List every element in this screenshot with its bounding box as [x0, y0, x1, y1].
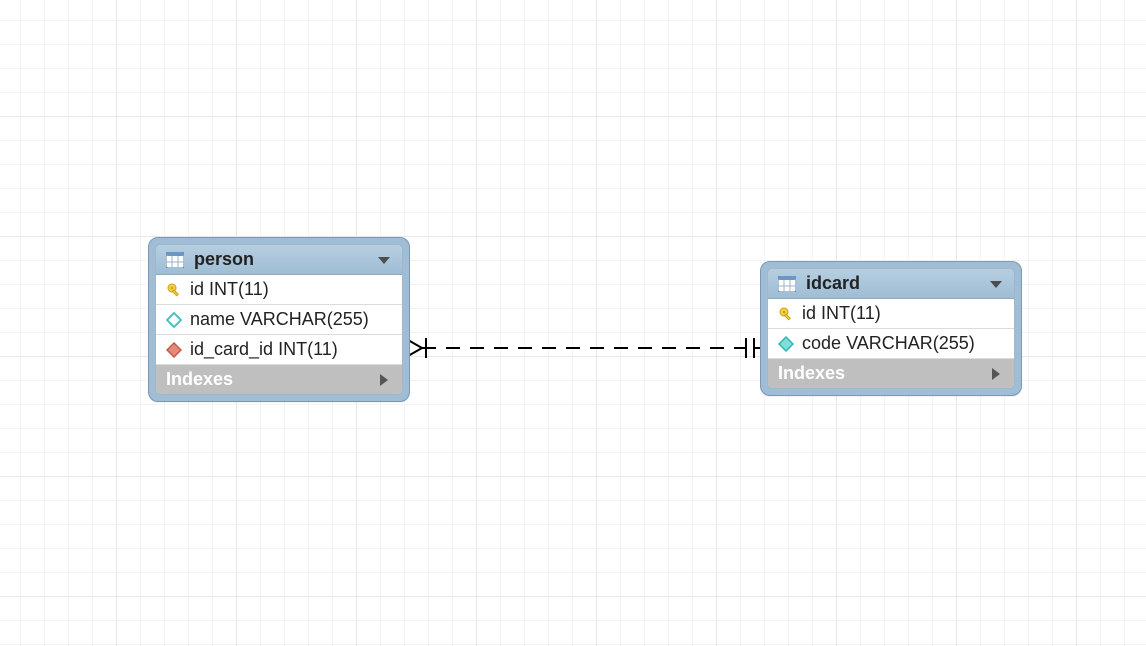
entity-person[interactable]: person id INT(11) [148, 237, 410, 402]
entity-header[interactable]: person [156, 245, 402, 275]
er-canvas[interactable]: person id INT(11) [0, 0, 1146, 646]
diamond-red-icon [166, 342, 182, 358]
entity-header[interactable]: idcard [768, 269, 1014, 299]
collapse-icon[interactable] [988, 276, 1004, 292]
diamond-cyan-icon [778, 336, 794, 352]
entity-idcard[interactable]: idcard id INT(11) [760, 261, 1022, 396]
indexes-label: Indexes [166, 369, 233, 390]
entity-title: person [194, 249, 366, 270]
expand-right-icon [376, 372, 392, 388]
expand-right-icon [988, 366, 1004, 382]
column-row[interactable]: id INT(11) [156, 275, 402, 305]
indexes-label: Indexes [778, 363, 845, 384]
indexes-row[interactable]: Indexes [768, 359, 1014, 388]
key-icon [166, 282, 182, 298]
column-text: id INT(11) [802, 303, 881, 324]
column-text: name VARCHAR(255) [190, 309, 369, 330]
key-icon [778, 306, 794, 322]
relationship-person-idcard[interactable] [408, 328, 760, 368]
indexes-row[interactable]: Indexes [156, 365, 402, 394]
column-text: id_card_id INT(11) [190, 339, 338, 360]
column-row[interactable]: name VARCHAR(255) [156, 305, 402, 335]
collapse-icon[interactable] [376, 252, 392, 268]
column-text: id INT(11) [190, 279, 269, 300]
column-row[interactable]: code VARCHAR(255) [768, 329, 1014, 359]
table-icon [778, 276, 796, 292]
entity-title: idcard [806, 273, 978, 294]
diamond-open-icon [166, 312, 182, 328]
column-text: code VARCHAR(255) [802, 333, 975, 354]
table-icon [166, 252, 184, 268]
column-row[interactable]: id_card_id INT(11) [156, 335, 402, 365]
column-row[interactable]: id INT(11) [768, 299, 1014, 329]
